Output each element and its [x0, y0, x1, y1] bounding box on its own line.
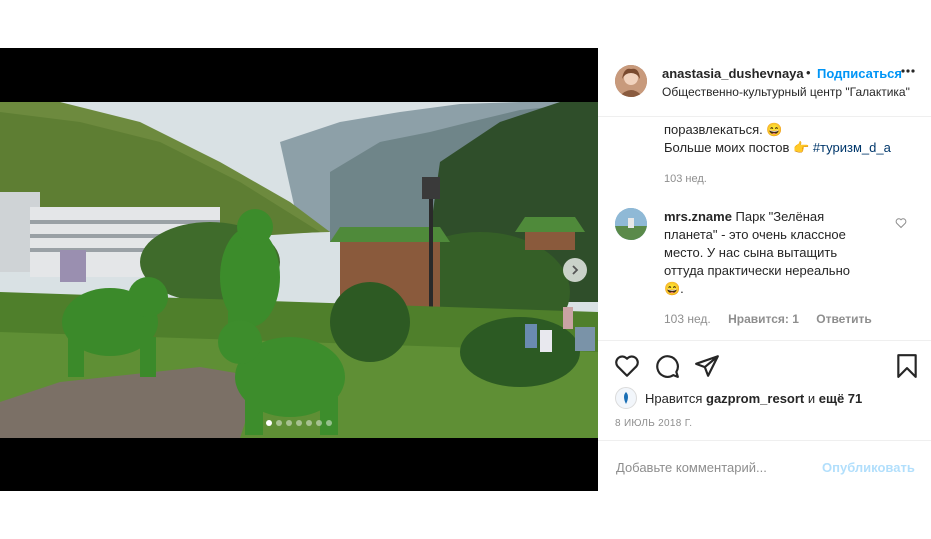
comment-input[interactable]: [614, 455, 818, 479]
post-caption: поразвлекаться. 😄 Больше моих постов 👉 #…: [664, 121, 919, 188]
likes-conjunction: и: [807, 390, 816, 406]
reply-button[interactable]: Ответить: [816, 312, 871, 326]
post-media: [0, 48, 598, 491]
post-actions: [598, 340, 931, 389]
comment-button[interactable]: [654, 353, 680, 379]
publish-button[interactable]: Опубликовать: [822, 460, 915, 475]
heart-icon: [615, 355, 639, 377]
like-button[interactable]: [614, 353, 640, 379]
likes-others-link[interactable]: ещё 71: [819, 391, 863, 406]
author-username[interactable]: anastasia_dushevnaya: [662, 66, 804, 81]
gazprom-logo-icon: [624, 392, 628, 404]
carousel-dot: [276, 420, 282, 426]
comment-likes-count[interactable]: Нравится: 1: [728, 312, 799, 326]
bookmark-icon: [897, 354, 917, 378]
author-avatar[interactable]: [615, 65, 647, 97]
carousel-dot: [296, 420, 302, 426]
carousel-dot: [306, 420, 312, 426]
comment: mrs.zname Парк "Зелёная планета" - это о…: [664, 208, 879, 298]
comment-meta: 103 нед. Нравится: 1 Ответить: [664, 312, 886, 326]
speech-bubble-icon: [656, 355, 679, 378]
more-options-button[interactable]: [900, 62, 916, 83]
carousel-dot: [286, 420, 292, 426]
likes-summary: Нравится gazprom_resort и ещё 71: [615, 387, 863, 409]
liker-avatar[interactable]: [615, 387, 637, 409]
post-date[interactable]: 8 ИЮЛЬ 2018 Г.: [615, 418, 692, 429]
post-header: anastasia_dushevnaya • Подписаться Общес…: [598, 48, 931, 117]
chevron-right-icon: [572, 265, 579, 275]
caption-line-1: поразвлекаться.: [664, 122, 763, 137]
carousel-indicator: [0, 420, 598, 426]
caption-line-2: Больше моих постов: [664, 140, 790, 155]
share-button[interactable]: [694, 353, 720, 379]
heart-outline-icon: [895, 218, 907, 229]
post-photo[interactable]: [0, 102, 598, 438]
follow-button[interactable]: Подписаться: [817, 66, 902, 81]
comment-username[interactable]: mrs.zname: [664, 209, 732, 224]
avatar-image: [615, 65, 647, 97]
comment-emoji: 😄.: [664, 281, 684, 296]
next-slide-button[interactable]: [563, 258, 587, 282]
save-button[interactable]: [894, 353, 920, 379]
header-separator: •: [806, 65, 811, 80]
carousel-dot-active: [266, 420, 272, 426]
commenter-avatar-image: [615, 208, 647, 240]
carousel-dot: [326, 420, 332, 426]
post-location[interactable]: Общественно-культурный центр "Галактика": [662, 85, 910, 99]
caption-timestamp[interactable]: 103 нед.: [664, 173, 707, 185]
paper-plane-icon: [695, 355, 719, 377]
comment-timestamp[interactable]: 103 нед.: [664, 312, 711, 326]
commenter-avatar[interactable]: [615, 208, 647, 240]
park-photo-drawing: [0, 102, 598, 438]
post-side-panel: anastasia_dushevnaya • Подписаться Общес…: [598, 48, 931, 491]
ellipsis-icon: [901, 69, 915, 73]
pointing-hand-emoji: 👉: [793, 140, 810, 155]
comment-like-button[interactable]: [895, 216, 907, 234]
add-comment-form: Опубликовать: [598, 440, 931, 492]
hashtag-link[interactable]: #туризм_d_a: [813, 140, 891, 155]
likes-prefix: Нравится: [645, 390, 703, 406]
laughing-emoji: 😄: [766, 122, 783, 137]
liker-username[interactable]: gazprom_resort: [706, 391, 804, 406]
carousel-dot: [316, 420, 322, 426]
